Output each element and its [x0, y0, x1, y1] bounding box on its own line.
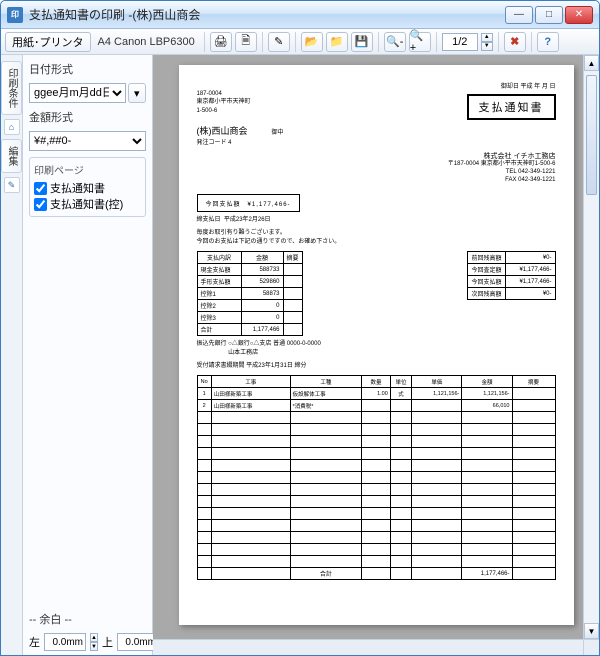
greeting: 毎度お取引有り難うございます。 今回のお支払は下記の通りですので、お確め下さい。	[197, 229, 556, 247]
period: 受付請求書綴期間 平成23年1月31日 締分	[197, 360, 556, 369]
paper-info-label: A4 Canon LBP6300	[94, 36, 199, 48]
document-page: 御却日 平成 年 月 日 187-0004 東京都小平市天神町 1-500-6 …	[179, 65, 574, 625]
total-amount-box: 今回支払額 ¥1,177,466-	[197, 194, 300, 212]
breakdown-table: 支払内訳金額摘要 現金支払額588733 手形支払額529860 控除15887…	[197, 251, 303, 336]
rail-pen-icon[interactable]: ✎	[4, 177, 20, 193]
margin-left-label: 左	[29, 634, 40, 650]
scrollbar-corner	[583, 639, 599, 655]
zoom-out-icon[interactable]: 🔍-	[384, 32, 406, 52]
summary-table: 前回残高額¥0- 今回査定額¥1,177,466- 今回支払額¥1,177,46…	[467, 251, 555, 300]
page-field[interactable]	[442, 33, 478, 51]
recipient-name: (株)西山商会	[197, 124, 248, 137]
save-icon[interactable]: 💾	[351, 32, 373, 52]
vertical-scrollbar[interactable]: ▲ ▼	[583, 55, 599, 639]
sender-block: 株式会社 イチホ工務店 〒187-0004 東京都小平市天神町1-500-6 T…	[197, 152, 556, 184]
buyer-code: 発注コード 4	[197, 137, 556, 146]
margin-left-input[interactable]	[44, 633, 86, 651]
recipient-address: 187-0004 東京都小平市天神町 1-500-6	[197, 90, 251, 120]
preview-area: 御却日 平成 年 月 日 187-0004 東京都小平市天神町 1-500-6 …	[153, 55, 599, 655]
money-format-label: 金額形式	[29, 109, 146, 125]
horizontal-scrollbar[interactable]	[153, 639, 583, 655]
scroll-thumb[interactable]	[586, 75, 597, 195]
scroll-up-button[interactable]: ▲	[584, 55, 599, 71]
edit-icon[interactable]: ✎	[268, 32, 290, 52]
bank-info: 振込先銀行 ○△銀行○△支店 普通 0000-0-0000 山本工務店	[197, 340, 556, 357]
detail-table: No工事工種数量単位単価金額摘要 1山田様新築工事仮設解体工事1.00式1,12…	[197, 375, 556, 580]
date-format-select[interactable]: ggee月m月dd日	[29, 83, 126, 103]
chk-payment-notice[interactable]: 支払通知書	[34, 180, 141, 196]
tab-edit[interactable]: 編集	[1, 139, 22, 173]
honorific: 御中	[272, 127, 284, 136]
titlebar: 印 支払通知書の印刷 -(株)西山商会 — □ ✕	[1, 1, 599, 29]
scroll-down-button[interactable]: ▼	[584, 623, 599, 639]
margin-label: -- 余白 --	[29, 611, 146, 627]
print-icon[interactable]: 🖨	[210, 32, 232, 52]
document-title: 支払通知書	[467, 94, 556, 120]
window-title: 支払通知書の印刷 -(株)西山商会	[29, 6, 505, 23]
toolbar: 用紙･プリンタ A4 Canon LBP6300 🖨 🗎 ✎ 📂 📁 💾 🔍- …	[1, 29, 599, 55]
zoom-in-icon[interactable]: 🔍+	[409, 32, 431, 52]
settlement-date: 締支払日 平成23年2月26日	[197, 216, 556, 225]
app-window: 印 支払通知書の印刷 -(株)西山商会 — □ ✕ 用紙･プリンタ A4 Can…	[0, 0, 600, 656]
help-icon[interactable]: ?	[537, 32, 559, 52]
margin-left-stepper[interactable]: ▲▼	[90, 633, 98, 651]
doc-date-top: 御却日 平成 年 月 日	[197, 81, 556, 90]
chk-payment-notice-copy[interactable]: 支払通知書(控)	[34, 196, 141, 212]
margin-top-label: 上	[102, 634, 113, 650]
app-icon: 印	[7, 7, 23, 23]
close-button[interactable]: ✕	[565, 6, 593, 24]
print-pages-group: 印刷ページ 支払通知書 支払通知書(控)	[29, 157, 146, 217]
open2-icon[interactable]: 📁	[326, 32, 348, 52]
date-format-label: 日付形式	[29, 61, 146, 77]
date-format-more-button[interactable]: ▾	[128, 83, 146, 103]
open-icon[interactable]: 📂	[301, 32, 323, 52]
maximize-button[interactable]: □	[535, 6, 563, 24]
page-stepper[interactable]: ▲▼	[481, 33, 493, 51]
sidebar: 日付形式 ggee月m月dd日 ▾ 金額形式 ¥#,##0- 印刷ページ 支払通…	[23, 55, 153, 655]
paper-printer-button[interactable]: 用紙･プリンタ	[5, 32, 91, 52]
tab-rail: 印刷条件 ⌂ 編集 ✎	[1, 55, 23, 655]
money-format-select[interactable]: ¥#,##0-	[29, 131, 146, 151]
preview-icon[interactable]: 🗎	[235, 32, 257, 52]
print-pages-label: 印刷ページ	[34, 162, 141, 177]
cancel-icon[interactable]: ✖	[504, 32, 526, 52]
minimize-button[interactable]: —	[505, 6, 533, 24]
tab-print-conditions[interactable]: 印刷条件	[1, 61, 22, 115]
rail-home-icon[interactable]: ⌂	[4, 119, 20, 135]
